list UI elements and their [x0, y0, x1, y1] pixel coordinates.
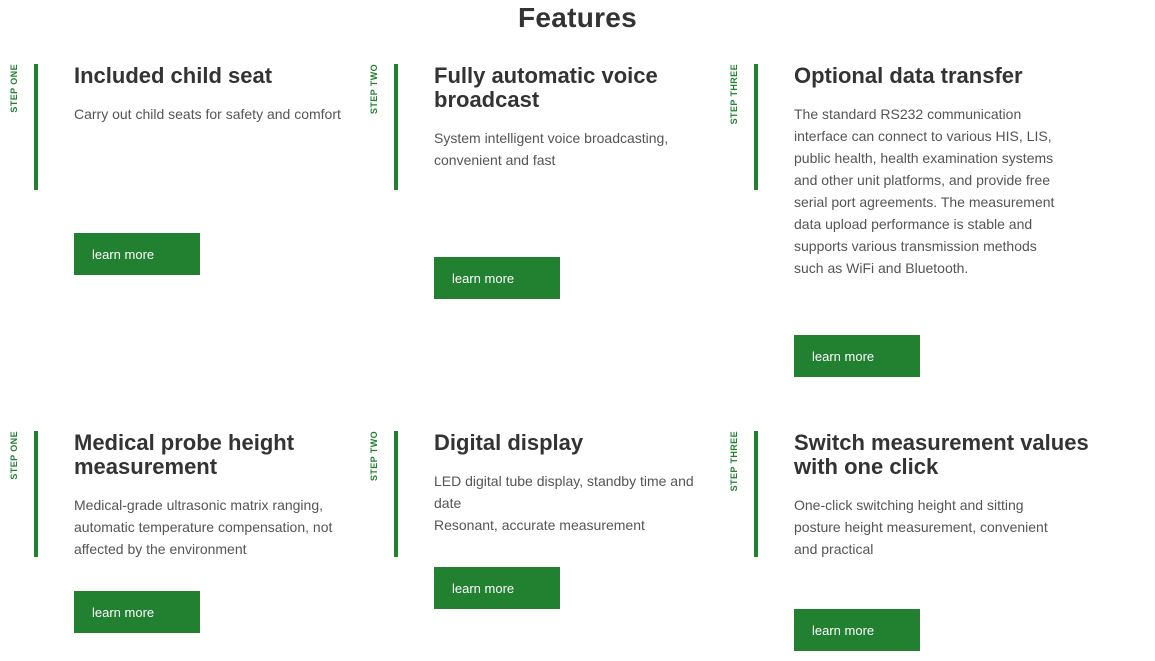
feature-card-included-child-seat: STEP ONE Included child seat Carry out c… — [0, 64, 341, 284]
feature-card-probe-height: STEP ONE Medical probe height measuremen… — [0, 431, 332, 641]
learn-more-button[interactable]: learn more — [74, 591, 200, 633]
feature-card-data-transfer: STEP THREE Optional data transfer The st… — [720, 64, 1054, 384]
feature-card-digital-display: STEP TWO Digital display LED digital tub… — [360, 431, 694, 621]
feature-description: Carry out child seats for safety and com… — [74, 106, 341, 122]
accent-bar — [34, 431, 38, 557]
feature-description: Medical-grade ultrasonic matrix ranging,… — [74, 497, 333, 557]
step-label: STEP ONE — [9, 431, 19, 480]
feature-title: Medical probe height measurement — [74, 430, 295, 479]
feature-title: Fully automatic voice broadcast — [434, 63, 658, 112]
step-label: STEP THREE — [729, 64, 739, 125]
feature-title: Optional data transfer — [794, 63, 1023, 88]
feature-title: Digital display — [434, 430, 584, 455]
feature-description: One-click switching height and sitting p… — [794, 497, 1048, 557]
step-label: STEP TWO — [369, 64, 379, 115]
feature-description: LED digital tube display, standby time a… — [434, 473, 694, 533]
accent-bar — [34, 64, 38, 190]
learn-more-button[interactable]: learn more — [74, 233, 200, 275]
accent-bar — [394, 64, 398, 190]
section-title: Features — [517, 2, 638, 33]
step-label: STEP THREE — [729, 431, 739, 492]
learn-more-button[interactable]: learn more — [434, 567, 560, 609]
feature-description: The standard RS232 communication interfa… — [794, 106, 1055, 276]
feature-title: Switch measurement values with one click — [794, 430, 1089, 479]
feature-card-voice-broadcast: STEP TWO Fully automatic voice broadcast… — [360, 64, 690, 304]
learn-more-button[interactable]: learn more — [794, 609, 920, 651]
accent-bar — [754, 64, 758, 190]
accent-bar — [394, 431, 398, 557]
step-label: STEP ONE — [9, 64, 19, 113]
accent-bar — [754, 431, 758, 557]
feature-description: System intelligent voice broadcasting, c… — [434, 130, 669, 168]
learn-more-button[interactable]: learn more — [794, 335, 920, 377]
feature-card-switch-measurement: STEP THREE Switch measurement values wit… — [720, 431, 1089, 656]
feature-title: Included child seat — [74, 63, 273, 88]
step-label: STEP TWO — [369, 431, 379, 482]
learn-more-button[interactable]: learn more — [434, 257, 560, 299]
